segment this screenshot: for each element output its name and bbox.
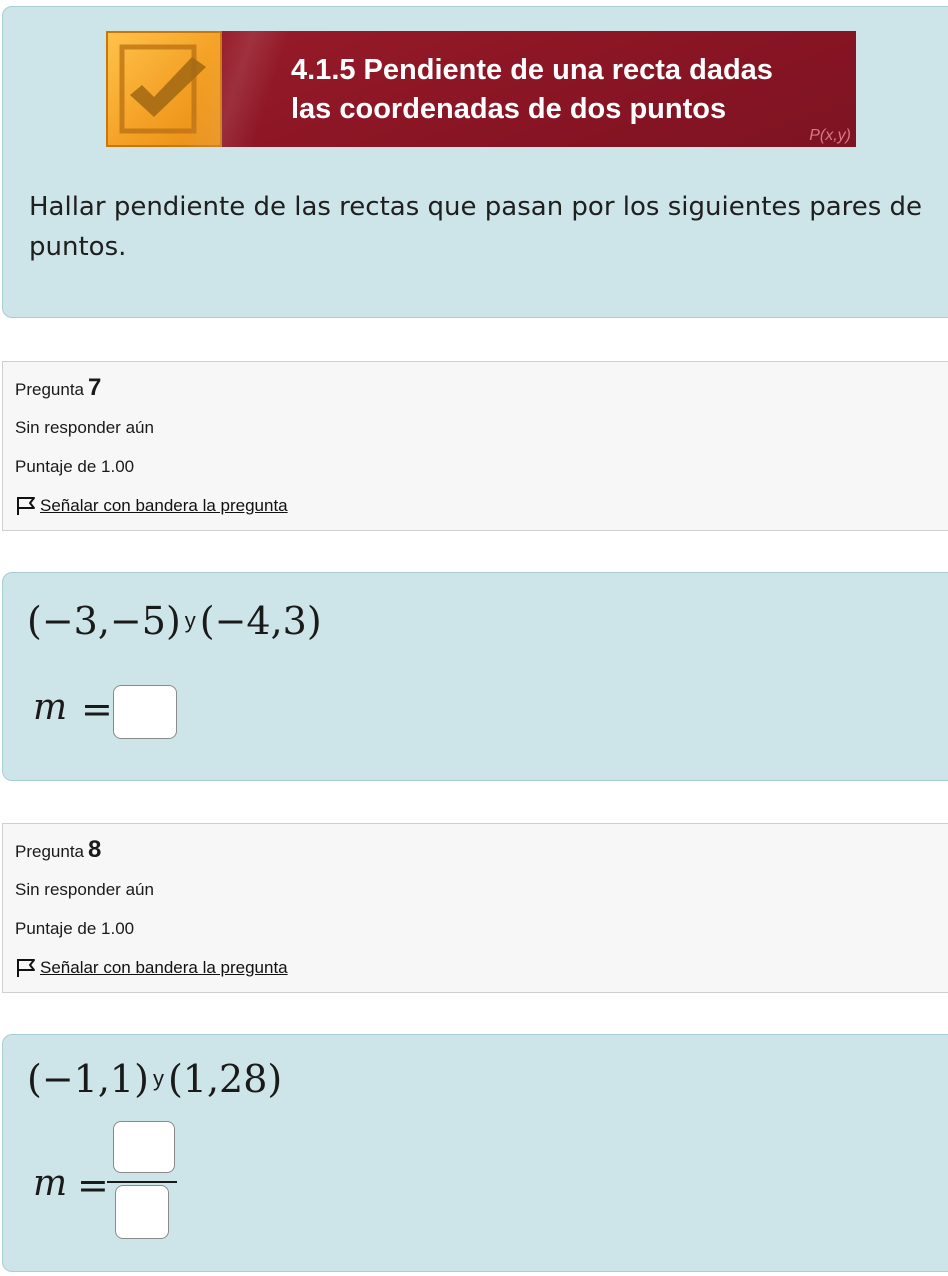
flag-icon: [17, 497, 35, 515]
flag-icon: [17, 959, 35, 977]
intro-panel: 4.1.5 Pendiente de una recta dadas las c…: [2, 6, 948, 318]
banner-subscript: P(x,y): [809, 127, 851, 144]
slope-variable: m: [33, 687, 68, 728]
question-number: 8: [88, 836, 102, 863]
question-7-content: (−3,−5) y (−4,3) m =: [2, 572, 948, 781]
question-title: Pregunta 8: [15, 836, 101, 864]
banner-title-line1: 4.1.5 Pendiente de una recta dadas: [291, 54, 773, 86]
question-state: Sin responder aún: [15, 880, 154, 899]
numerator-input[interactable]: [113, 1121, 175, 1173]
question-grade: Puntaje de 1.00: [15, 457, 135, 476]
equals-sign: =: [81, 687, 113, 731]
question-7-info: Pregunta 7 Sin responder aún Puntaje de 1…: [2, 361, 948, 531]
flag-question-label[interactable]: Señalar con bandera la pregunta: [40, 958, 288, 978]
flag-question-link[interactable]: Señalar con bandera la pregunta: [15, 958, 288, 978]
question-title: Pregunta 7: [15, 374, 101, 402]
flag-question-label[interactable]: Señalar con bandera la pregunta: [40, 496, 288, 516]
denominator-input[interactable]: [115, 1185, 169, 1239]
flag-question-link[interactable]: Señalar con bandera la pregunta: [15, 496, 288, 516]
question-state: Sin responder aún: [15, 418, 154, 437]
connector-text: y: [184, 608, 196, 633]
point-a: (−1,1): [27, 1057, 149, 1101]
slope-answer-input[interactable]: [113, 685, 177, 739]
point-pair: (−3,−5) y (−4,3): [27, 599, 322, 643]
point-b: (1,28): [167, 1057, 283, 1101]
banner-title-line2: las coordenadas de dos puntos: [291, 93, 727, 125]
question-8-content: (−1,1) y (1,28) m =: [2, 1034, 948, 1272]
question-label: Pregunta: [15, 842, 84, 861]
lesson-banner: 4.1.5 Pendiente de una recta dadas las c…: [106, 31, 856, 147]
point-a: (−3,−5): [27, 599, 181, 643]
question-grade: Puntaje de 1.00: [15, 919, 135, 938]
point-pair: (−1,1) y (1,28): [27, 1057, 282, 1101]
question-8-info: Pregunta 8 Sin responder aún Puntaje de 1…: [2, 823, 948, 993]
point-b: (−4,3): [199, 599, 322, 643]
equals-sign: =: [77, 1163, 109, 1207]
connector-text: y: [152, 1066, 164, 1091]
question-label: Pregunta: [15, 380, 84, 399]
slope-variable: m: [33, 1163, 68, 1204]
instruction-text: Hallar pendiente de las rectas que pasan…: [29, 192, 923, 262]
question-number: 7: [88, 374, 102, 401]
fraction-bar: [107, 1181, 177, 1183]
banner-title: 4.1.5 Pendiente de una recta dadas las c…: [291, 51, 831, 129]
